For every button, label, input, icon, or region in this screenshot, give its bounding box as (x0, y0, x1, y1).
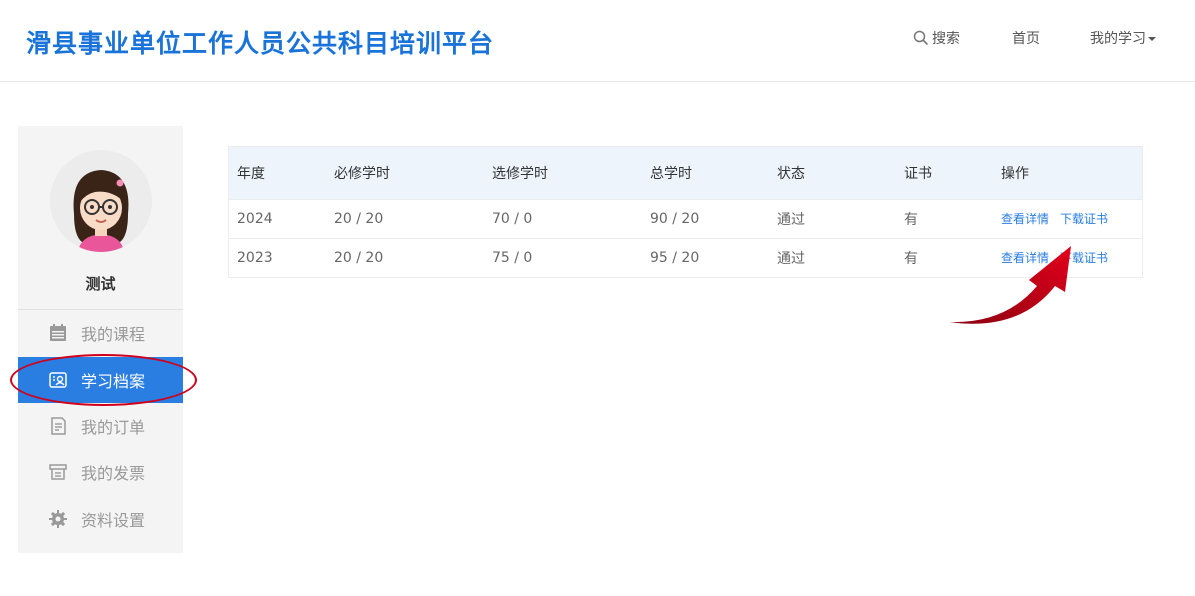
avatar-girl-icon (50, 150, 152, 252)
header-certificate: 证书 (904, 165, 932, 182)
header-total-hours: 总学时 (650, 165, 692, 182)
cell-actions: 查看详情 下载证书 (993, 199, 1142, 238)
cell-total: 95 / 20 (650, 249, 700, 266)
sidebar-item-label: 资料设置 (81, 511, 146, 530)
view-details-link[interactable]: 查看详情 (1001, 212, 1049, 226)
cell-actions: 查看详情 下载证书 (993, 238, 1142, 277)
invoice-icon (48, 462, 68, 482)
cell-year: 2024 (237, 210, 273, 227)
download-certificate-link[interactable]: 下载证书 (1060, 251, 1108, 265)
cell-required: 20 / 20 (334, 210, 384, 227)
cell-year: 2023 (237, 249, 273, 266)
top-header: 滑县事业单位工作人员公共科目培训平台 搜索 首页 我的学习 (0, 0, 1195, 82)
header-year: 年度 (237, 165, 265, 182)
avatar (50, 150, 152, 252)
profile-card-icon (48, 370, 68, 390)
sidebar-item-my-orders[interactable]: 我的订单 (18, 403, 183, 449)
caret-down-icon (1148, 37, 1156, 41)
sidebar-item-my-courses[interactable]: 我的课程 (18, 310, 183, 356)
cell-total: 90 / 20 (650, 210, 700, 227)
table-row: 2023 20 / 20 75 / 0 95 / 20 通过 有 查看详情 下载证… (229, 238, 1142, 277)
sidebar: 测试 我的课程 学习档案 我的订单 我的发票 资料设置 (18, 126, 183, 553)
sidebar-item-profile-settings[interactable]: 资料设置 (18, 496, 183, 542)
cell-elective: 70 / 0 (492, 210, 533, 227)
cell-status: 通过 (777, 211, 805, 228)
table-row: 2024 20 / 20 70 / 0 90 / 20 通过 有 查看详情 下载证… (229, 199, 1142, 238)
sidebar-item-label: 学习档案 (81, 372, 146, 391)
search-label: 搜索 (932, 31, 960, 47)
cell-certificate: 有 (904, 211, 918, 228)
header-actions: 操作 (1001, 165, 1029, 182)
cell-status: 通过 (777, 250, 805, 267)
table-header-row: 年度 必修学时 选修学时 总学时 状态 证书 操作 (229, 147, 1142, 199)
header-required-hours: 必修学时 (334, 165, 390, 182)
home-link[interactable]: 首页 (1012, 28, 1040, 48)
sidebar-item-my-invoices[interactable]: 我的发票 (18, 449, 183, 495)
sidebar-item-study-records[interactable]: 学习档案 (18, 357, 183, 403)
cell-required: 20 / 20 (334, 249, 384, 266)
sidebar-item-label: 我的订单 (81, 418, 146, 437)
header-status: 状态 (777, 165, 805, 182)
sidebar-item-label: 我的课程 (81, 325, 146, 344)
study-records-table: 年度 必修学时 选修学时 总学时 状态 证书 操作 2024 20 / 20 7… (228, 146, 1143, 278)
search-icon (913, 30, 928, 45)
cell-certificate: 有 (904, 250, 918, 267)
header-elective-hours: 选修学时 (492, 165, 548, 182)
cell-elective: 75 / 0 (492, 249, 533, 266)
calendar-icon (48, 323, 68, 343)
view-details-link[interactable]: 查看详情 (1001, 251, 1049, 265)
download-certificate-link[interactable]: 下载证书 (1060, 212, 1108, 226)
site-title[interactable]: 滑县事业单位工作人员公共科目培训平台 (26, 24, 494, 60)
document-icon (48, 416, 68, 436)
search-link[interactable]: 搜索 (913, 28, 960, 48)
user-name: 测试 (85, 275, 116, 293)
gear-icon (48, 509, 68, 529)
my-study-dropdown[interactable]: 我的学习 (1090, 28, 1156, 48)
sidebar-item-label: 我的发票 (81, 464, 146, 483)
my-study-label: 我的学习 (1090, 31, 1146, 47)
